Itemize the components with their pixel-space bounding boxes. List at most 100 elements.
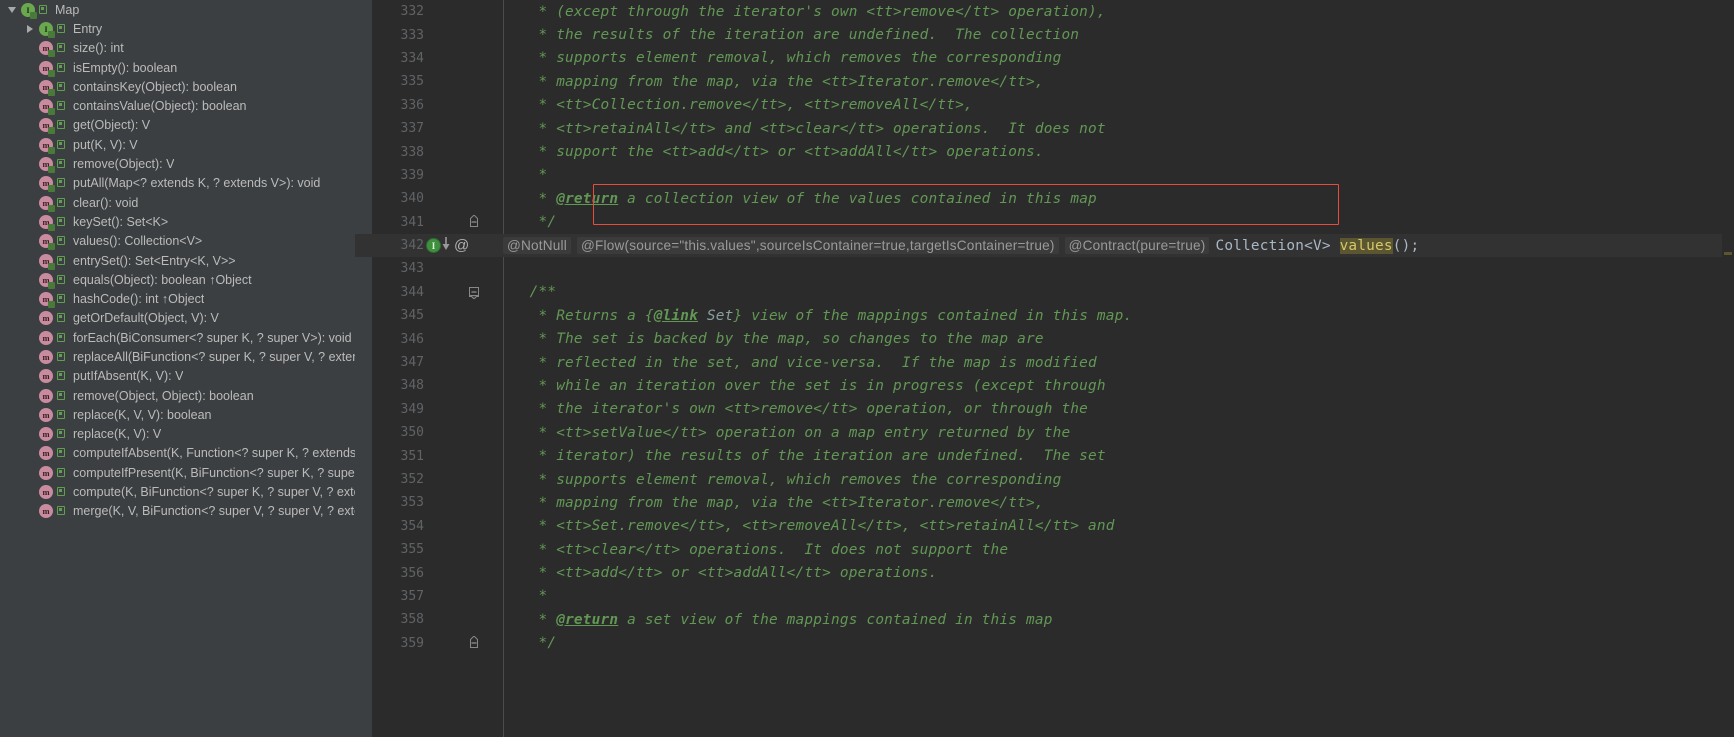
code-line[interactable]: 339 * <box>355 164 1734 187</box>
code-line[interactable]: 356 * <tt>add</tt> or <tt>addAll</tt> op… <box>355 561 1734 584</box>
code-text[interactable]: * reflected in the set, and vice-versa. … <box>503 355 1097 371</box>
code-line[interactable]: 341 */ <box>355 211 1734 234</box>
tree-item[interactable]: m isEmpty(): boolean <box>0 58 355 77</box>
code-line[interactable]: 348 * while an iteration over the set is… <box>355 374 1734 397</box>
code-text[interactable]: * The set is backed by the map, so chang… <box>503 331 1044 347</box>
tree-item[interactable]: m replace(K, V): V <box>0 425 355 444</box>
code-line[interactable]: 333 * the results of the iteration are u… <box>355 23 1734 46</box>
tree-item[interactable]: m keySet(): Set<K> <box>0 212 355 231</box>
code-line[interactable]: 335 * mapping from the map, via the <tt>… <box>355 70 1734 93</box>
tree-item[interactable]: m hashCode(): int ↑Object <box>0 289 355 309</box>
code-lines[interactable]: 332 * (except through the iterator's own… <box>355 0 1734 655</box>
code-line[interactable]: 337 * <tt>retainAll</tt> and <tt>clear</… <box>355 117 1734 140</box>
tree-item[interactable]: m size(): int <box>0 39 355 58</box>
code-line[interactable]: 352 * supports element removal, which re… <box>355 468 1734 491</box>
tree-item[interactable]: m computeIfPresent(K, BiFunction<? super … <box>0 463 355 482</box>
code-line[interactable]: 358 * @return a set view of the mappings… <box>355 608 1734 631</box>
tree-item[interactable]: m remove(Object): V <box>0 154 355 174</box>
code-line[interactable]: 346 * The set is backed by the map, so c… <box>355 327 1734 350</box>
code-text[interactable]: * <tt>setValue</tt> operation on a map e… <box>503 425 1070 441</box>
tree-item[interactable]: m equals(Object): boolean ↑Object <box>0 270 355 289</box>
code-text[interactable]: * supports element removal, which remove… <box>503 50 1061 66</box>
method-name-highlighted[interactable]: values <box>1339 237 1393 254</box>
tree-item[interactable]: m containsValue(Object): boolean <box>0 96 355 116</box>
code-text[interactable]: * <box>503 588 547 604</box>
code-line[interactable]: 336 * <tt>Collection.remove</tt>, <tt>re… <box>355 94 1734 117</box>
tree-item[interactable]: m computeIfAbsent(K, Function<? super K, … <box>0 444 355 463</box>
code-text[interactable]: * mapping from the map, via the <tt>Iter… <box>503 495 1044 511</box>
chevron-right-icon[interactable] <box>22 24 38 33</box>
code-line[interactable]: 354 * <tt>Set.remove</tt>, <tt>removeAll… <box>355 515 1734 538</box>
code-text[interactable]: */ <box>503 635 556 651</box>
tree-item[interactable]: m putAll(Map<? extends K, ? extends V>): … <box>0 174 355 193</box>
gutter-icons[interactable]: I @ <box>427 234 482 257</box>
code-text[interactable]: * <tt>Collection.remove</tt>, <tt>remove… <box>503 97 973 113</box>
editor-area[interactable]: 332 * (except through the iterator's own… <box>355 0 1734 737</box>
code-text[interactable]: * iterator) the results of the iteration… <box>503 448 1106 464</box>
code-text[interactable]: * <tt>retainAll</tt> and <tt>clear</tt> … <box>503 121 1106 137</box>
code-text[interactable]: * supports element removal, which remove… <box>503 472 1061 488</box>
annotation-gutter-icon[interactable]: @ <box>454 237 469 254</box>
code-line[interactable]: 338 * support the <tt>add</tt> or <tt>ad… <box>355 140 1734 163</box>
code-line[interactable]: 350 * <tt>setValue</tt> operation on a m… <box>355 421 1734 444</box>
code-text[interactable]: * <tt>add</tt> or <tt>addAll</tt> operat… <box>503 565 937 581</box>
tree-item[interactable]: m entrySet(): Set<Entry<K, V>> <box>0 251 355 270</box>
code-line[interactable]: 334 * supports element removal, which re… <box>355 47 1734 70</box>
tree-item[interactable]: m containsKey(Object): boolean <box>0 77 355 96</box>
code-text[interactable]: * <tt>clear</tt> operations. It does not… <box>503 542 1008 558</box>
code-text[interactable]: * while an iteration over the set is in … <box>503 378 1106 394</box>
code-text[interactable]: * mapping from the map, via the <tt>Iter… <box>503 74 1044 90</box>
fold-end-icon[interactable] <box>467 635 481 650</box>
code-text[interactable]: /** <box>503 284 556 300</box>
tree-item[interactable]: m forEach(BiConsumer<? super K, ? super V… <box>0 328 355 347</box>
tree-item[interactable]: m putIfAbsent(K, V): V <box>0 367 355 386</box>
tree-item[interactable]: m clear(): void <box>0 193 355 212</box>
tree-item[interactable]: I Map <box>0 0 355 19</box>
intention-bulb-icon[interactable]: I <box>427 239 440 253</box>
tree-item[interactable]: I Entry <box>0 19 355 38</box>
tree-item[interactable]: m merge(K, V, BiFunction<? super V, ? sup… <box>0 502 355 521</box>
code-text[interactable]: * support the <tt>add</tt> or <tt>addAll… <box>503 144 1044 160</box>
code-line[interactable]: 349 * the iterator's own <tt>remove</tt>… <box>355 398 1734 421</box>
code-line[interactable]: 355 * <tt>clear</tt> operations. It does… <box>355 538 1734 561</box>
code-line[interactable]: 357 * <box>355 585 1734 608</box>
tree-item[interactable]: m compute(K, BiFunction<? super K, ? supe… <box>0 482 355 501</box>
fold-end-icon[interactable] <box>467 214 481 229</box>
code-line[interactable]: 332 * (except through the iterator's own… <box>355 0 1734 23</box>
code-line[interactable]: 359 */ <box>355 632 1734 655</box>
code-text[interactable]: * (except through the iterator's own <tt… <box>503 4 1106 20</box>
tree-item[interactable]: m values(): Collection<V> <box>0 232 355 251</box>
structure-tool-window[interactable]: I Map I Entry m size(): int m isEmpty(): boolea… <box>0 0 355 737</box>
tree-item[interactable]: m replaceAll(BiFunction<? super K, ? supe… <box>0 347 355 366</box>
code-line[interactable]: 347 * reflected in the set, and vice-ver… <box>355 351 1734 374</box>
code-text[interactable]: * Returns a {@link Set} view of the mapp… <box>503 308 1132 324</box>
code-text[interactable]: * the iterator's own <tt>remove</tt> ope… <box>503 401 1088 417</box>
implementing-method-arrow-icon[interactable] <box>441 235 451 256</box>
code-line[interactable]: 344 /** <box>355 281 1734 304</box>
code-line[interactable]: 345 * Returns a {@link Set} view of the … <box>355 304 1734 327</box>
chevron-down-icon[interactable] <box>4 6 20 13</box>
structure-tree[interactable]: I Map I Entry m size(): int m isEmpty(): boolea… <box>0 0 355 521</box>
marker-stripe-tick[interactable] <box>1724 252 1732 255</box>
code-text[interactable]: * <tt>Set.remove</tt>, <tt>removeAll</tt… <box>503 518 1115 534</box>
tree-item[interactable]: m get(Object): V <box>0 116 355 135</box>
fold-start-icon[interactable] <box>467 285 481 299</box>
code-text[interactable]: * @return a collection view of the value… <box>503 191 1097 207</box>
tree-item[interactable]: m put(K, V): V <box>0 135 355 154</box>
code-text[interactable]: */ <box>503 214 556 230</box>
code-line[interactable]: 351 * iterator) the results of the itera… <box>355 444 1734 467</box>
tree-item[interactable]: m replace(K, V, V): boolean <box>0 405 355 424</box>
code-text[interactable]: * <box>503 167 547 183</box>
editor-marker-stripe[interactable] <box>1722 0 1734 737</box>
annotation-chip[interactable]: @Flow(source="this.values",sourceIsConta… <box>576 237 1059 255</box>
code-text[interactable]: * the results of the iteration are undef… <box>503 27 1079 43</box>
code-line[interactable]: 340 * @return a collection view of the v… <box>355 187 1734 210</box>
annotation-chip[interactable]: @Contract(pure=true) <box>1064 237 1210 255</box>
tree-item[interactable]: m getOrDefault(Object, V): V <box>0 309 355 328</box>
code-text[interactable]: * @return a set view of the mappings con… <box>503 612 1053 628</box>
code-line[interactable]: 342 I @ @NotNull @Flow(source="this.values",… <box>355 233 1734 258</box>
code-line[interactable]: 343 <box>355 257 1734 280</box>
annotation-chip[interactable]: @NotNull <box>503 237 571 255</box>
tree-item[interactable]: m remove(Object, Object): boolean <box>0 386 355 405</box>
method-signature[interactable]: @NotNull @Flow(source="this.values",sourc… <box>503 237 1419 255</box>
